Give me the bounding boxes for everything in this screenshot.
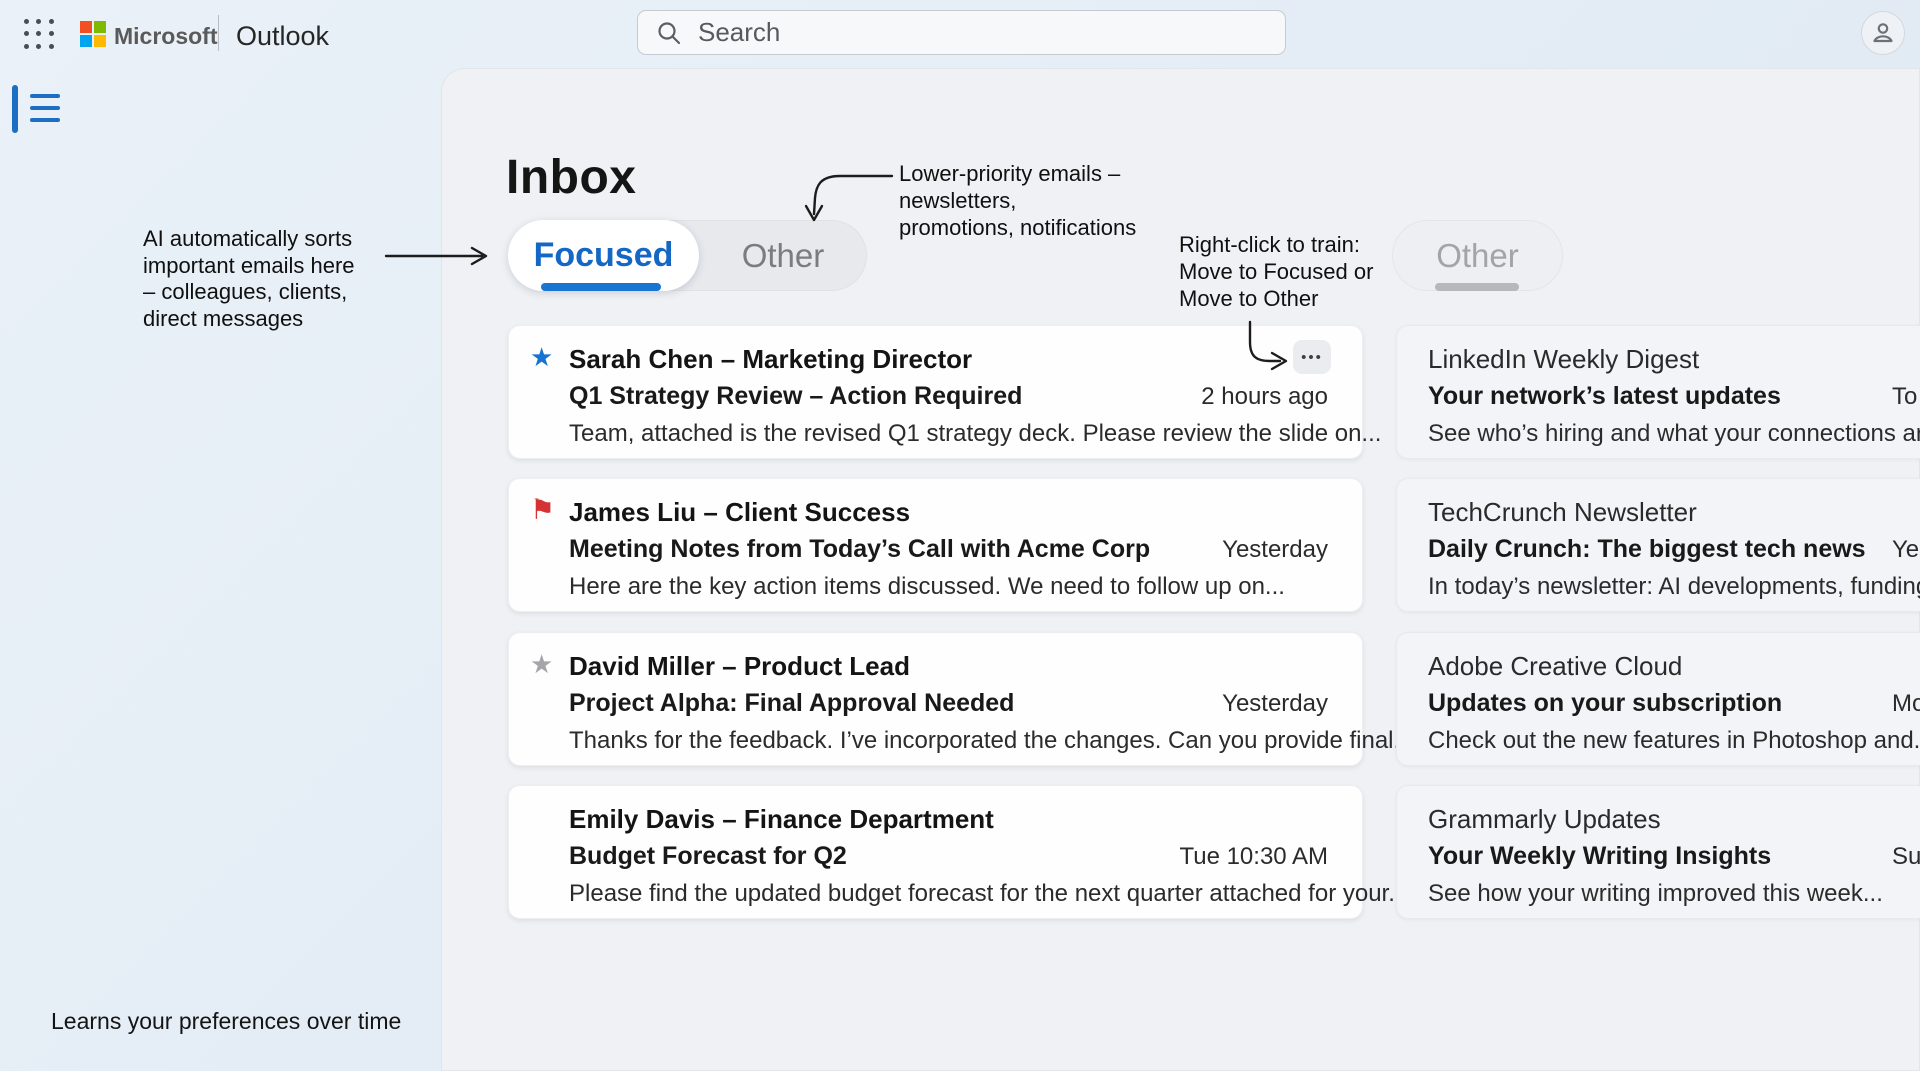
email-item[interactable]: TechCrunch Newsletter Daily Crunch: The … — [1396, 478, 1920, 612]
email-preview: Check out the new features in Photoshop … — [1428, 727, 1920, 755]
search-input[interactable] — [696, 16, 1240, 49]
email-item[interactable]: ★ Sarah Chen – Marketing Director Q1 Str… — [508, 325, 1363, 459]
email-sender: David Miller – Product Lead — [569, 651, 910, 682]
email-subject: Q1 Strategy Review – Action Required — [569, 382, 1022, 411]
annotation-focused-note: AI automatically sorts important emails … — [143, 226, 393, 332]
outlook-focused-inbox-screenshot: { "topbar": { "microsoft_label": "Micros… — [0, 0, 1920, 1071]
email-preview: In today’s newsletter: AI developments, … — [1428, 573, 1920, 601]
email-subject: Daily Crunch: The biggest tech news — [1428, 535, 1866, 564]
email-preview: See how your writing improved this week.… — [1428, 880, 1883, 908]
email-subject: Project Alpha: Final Approval Needed — [569, 689, 1014, 718]
email-item[interactable]: LinkedIn Weekly Digest Your network’s la… — [1396, 325, 1920, 459]
email-preview: Here are the key action items discussed.… — [569, 573, 1285, 601]
nav-accent-bar — [12, 85, 18, 133]
search-icon — [656, 20, 682, 46]
email-subject: Updates on your subscription — [1428, 689, 1782, 718]
email-preview: Please find the updated budget forecast … — [569, 880, 1408, 908]
email-time: Yesterday — [1222, 690, 1328, 718]
email-item[interactable]: Emily Davis – Finance Department Budget … — [508, 785, 1363, 919]
page-title: Inbox — [506, 150, 637, 205]
annotation-footer-note: Learns your preferences over time — [51, 1008, 401, 1035]
search-bar[interactable] — [637, 10, 1286, 55]
email-subject: Budget Forecast for Q2 — [569, 842, 847, 871]
email-sender: James Liu – Client Success — [569, 497, 910, 528]
email-time: Mor — [1892, 690, 1920, 718]
person-icon — [1870, 20, 1896, 46]
email-subject: Meeting Notes from Today’s Call with Acm… — [569, 535, 1150, 564]
top-bar: Microsoft Outlook — [0, 0, 1920, 68]
tab-focused[interactable]: Focused — [508, 220, 699, 291]
account-button[interactable] — [1861, 11, 1905, 55]
email-sender: LinkedIn Weekly Digest — [1428, 344, 1699, 375]
email-preview: Thanks for the feedback. I’ve incorporat… — [569, 727, 1414, 755]
other-column-header[interactable]: Other — [1392, 220, 1563, 291]
email-subject: Your network’s latest updates — [1428, 382, 1781, 411]
email-item[interactable]: ⚑ James Liu – Client Success Meeting Not… — [508, 478, 1363, 612]
email-time: Sun — [1892, 843, 1920, 871]
brand-divider — [218, 15, 219, 51]
email-subject: Your Weekly Writing Insights — [1428, 842, 1771, 871]
tab-other[interactable]: Other — [699, 220, 867, 291]
app-launcher-icon[interactable] — [20, 15, 58, 53]
focused-tab-indicator — [541, 283, 661, 291]
email-sender: Grammarly Updates — [1428, 804, 1661, 835]
email-time: To — [1892, 383, 1917, 411]
email-time: Yest — [1892, 536, 1920, 564]
app-title: Outlook — [236, 21, 329, 52]
other-column-indicator — [1435, 283, 1519, 291]
email-sender: Adobe Creative Cloud — [1428, 651, 1682, 682]
email-preview: Team, attached is the revised Q1 strateg… — [569, 420, 1381, 448]
flag-icon[interactable]: ⚑ — [530, 497, 555, 523]
annotation-other-note: Lower-priority emails – newsletters, pro… — [899, 160, 1229, 241]
email-time: Yesterday — [1222, 536, 1328, 564]
star-icon[interactable]: ★ — [530, 344, 553, 370]
email-time: Tue 10:30 AM — [1179, 843, 1328, 871]
email-item[interactable]: Grammarly Updates Your Weekly Writing In… — [1396, 785, 1920, 919]
email-sender: Emily Davis – Finance Department — [569, 804, 994, 835]
email-sender: Sarah Chen – Marketing Director — [569, 344, 972, 375]
inbox-tab-group: Focused Other — [508, 220, 867, 291]
microsoft-logo-icon — [80, 21, 106, 47]
star-icon[interactable]: ★ — [530, 651, 553, 677]
more-options-button[interactable]: ••• — [1293, 340, 1331, 374]
email-preview: See who’s hiring and what your connectio… — [1428, 420, 1920, 448]
email-time: 2 hours ago — [1201, 383, 1328, 411]
email-sender: TechCrunch Newsletter — [1428, 497, 1697, 528]
microsoft-label: Microsoft — [114, 23, 218, 50]
email-item[interactable]: ★ David Miller – Product Lead Project Al… — [508, 632, 1363, 766]
email-item[interactable]: Adobe Creative Cloud Updates on your sub… — [1396, 632, 1920, 766]
hamburger-menu-icon[interactable] — [30, 94, 60, 122]
annotation-train-note: Right-click to train: Move to Focused or… — [1179, 231, 1399, 312]
